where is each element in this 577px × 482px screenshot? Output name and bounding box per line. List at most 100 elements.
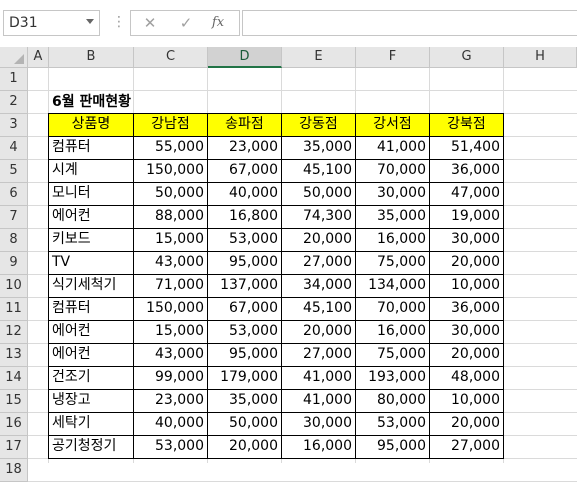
table-header-cell[interactable]: 송파점 — [207, 113, 282, 137]
product-name-cell[interactable]: 공기청정기 — [48, 435, 134, 459]
sales-value-cell[interactable]: 55,000 — [133, 136, 208, 160]
product-name-cell[interactable]: 모니터 — [48, 182, 134, 206]
formula-input[interactable] — [242, 10, 577, 36]
sales-value-cell[interactable]: 41,000 — [355, 136, 430, 160]
sales-value-cell[interactable]: 35,000 — [281, 136, 356, 160]
product-name-cell[interactable]: 건조기 — [48, 366, 134, 390]
product-name-cell[interactable]: 냉장고 — [48, 389, 134, 413]
sales-value-cell[interactable]: 27,000 — [281, 251, 356, 275]
sales-value-cell[interactable]: 51,400 — [429, 136, 504, 160]
row-header-15[interactable]: 15 — [0, 390, 28, 413]
sales-value-cell[interactable]: 40,000 — [133, 412, 208, 436]
product-name-cell[interactable]: 식기세척기 — [48, 274, 134, 298]
sales-value-cell[interactable]: 43,000 — [133, 343, 208, 367]
sales-value-cell[interactable]: 36,000 — [429, 159, 504, 183]
product-name-cell[interactable]: TV — [48, 251, 134, 275]
sales-value-cell[interactable]: 27,000 — [429, 435, 504, 459]
sales-value-cell[interactable]: 50,000 — [207, 412, 282, 436]
sales-value-cell[interactable]: 20,000 — [207, 435, 282, 459]
sales-value-cell[interactable]: 30,000 — [429, 228, 504, 252]
spreadsheet-grid[interactable]: 6월 판매현황 A B C D E F G H 1 2 3 4 5 6 7 8 9 10 11 12 13 14 15 16 1… — [0, 47, 577, 482]
sales-value-cell[interactable]: 53,000 — [207, 320, 282, 344]
table-header-cell[interactable]: 상품명 — [48, 113, 134, 137]
sales-value-cell[interactable]: 23,000 — [133, 389, 208, 413]
sales-value-cell[interactable]: 41,000 — [281, 389, 356, 413]
sales-value-cell[interactable]: 47,000 — [429, 182, 504, 206]
sales-value-cell[interactable]: 43,000 — [133, 251, 208, 275]
row-header-10[interactable]: 10 — [0, 275, 28, 298]
row-header-9[interactable]: 9 — [0, 252, 28, 275]
row-header-11[interactable]: 11 — [0, 298, 28, 321]
product-name-cell[interactable]: 세탁기 — [48, 412, 134, 436]
sales-value-cell[interactable]: 53,000 — [133, 435, 208, 459]
sales-value-cell[interactable]: 88,000 — [133, 205, 208, 229]
sales-value-cell[interactable]: 20,000 — [429, 412, 504, 436]
row-header-16[interactable]: 16 — [0, 413, 28, 436]
sales-value-cell[interactable]: 137,000 — [207, 274, 282, 298]
name-box[interactable]: D31 — [3, 10, 100, 36]
sales-value-cell[interactable]: 15,000 — [133, 228, 208, 252]
column-header-b[interactable]: B — [49, 47, 134, 68]
sales-value-cell[interactable]: 16,000 — [355, 320, 430, 344]
row-header-7[interactable]: 7 — [0, 206, 28, 229]
sales-value-cell[interactable]: 30,000 — [355, 182, 430, 206]
row-header-1[interactable]: 1 — [0, 68, 28, 91]
sales-value-cell[interactable]: 45,100 — [281, 297, 356, 321]
row-header-5[interactable]: 5 — [0, 160, 28, 183]
sales-value-cell[interactable]: 19,000 — [429, 205, 504, 229]
product-name-cell[interactable]: 에어컨 — [48, 343, 134, 367]
sales-value-cell[interactable]: 35,000 — [207, 389, 282, 413]
product-name-cell[interactable]: 컴퓨터 — [48, 297, 134, 321]
row-header-6[interactable]: 6 — [0, 183, 28, 206]
sales-value-cell[interactable]: 95,000 — [207, 251, 282, 275]
more-options-icon[interactable]: ⋮ — [112, 12, 126, 32]
row-header-2[interactable]: 2 — [0, 91, 28, 114]
column-header-a[interactable]: A — [28, 47, 49, 68]
chevron-down-icon[interactable] — [86, 19, 94, 24]
sales-value-cell[interactable]: 48,000 — [429, 366, 504, 390]
table-header-cell[interactable]: 강서점 — [355, 113, 430, 137]
sales-value-cell[interactable]: 20,000 — [429, 251, 504, 275]
product-name-cell[interactable]: 컴퓨터 — [48, 136, 134, 160]
sales-value-cell[interactable]: 71,000 — [133, 274, 208, 298]
sales-value-cell[interactable]: 75,000 — [355, 343, 430, 367]
sales-value-cell[interactable]: 36,000 — [429, 297, 504, 321]
table-header-cell[interactable]: 강남점 — [133, 113, 208, 137]
sales-value-cell[interactable]: 20,000 — [429, 343, 504, 367]
sales-value-cell[interactable]: 15,000 — [133, 320, 208, 344]
sales-value-cell[interactable]: 45,100 — [281, 159, 356, 183]
sales-value-cell[interactable]: 30,000 — [281, 412, 356, 436]
column-header-h[interactable]: H — [504, 47, 577, 68]
sales-value-cell[interactable]: 41,000 — [281, 366, 356, 390]
sales-value-cell[interactable]: 40,000 — [207, 182, 282, 206]
sales-value-cell[interactable]: 30,000 — [429, 320, 504, 344]
table-header-cell[interactable]: 강동점 — [281, 113, 356, 137]
product-name-cell[interactable]: 시계 — [48, 159, 134, 183]
cancel-icon[interactable]: ✕ — [139, 13, 161, 33]
sales-value-cell[interactable]: 179,000 — [207, 366, 282, 390]
row-header-4[interactable]: 4 — [0, 137, 28, 160]
row-header-14[interactable]: 14 — [0, 367, 28, 390]
sales-value-cell[interactable]: 16,000 — [355, 228, 430, 252]
sales-value-cell[interactable]: 150,000 — [133, 297, 208, 321]
column-header-d[interactable]: D — [208, 47, 282, 68]
product-name-cell[interactable]: 키보드 — [48, 228, 134, 252]
select-all-button[interactable] — [0, 47, 28, 68]
sales-value-cell[interactable]: 193,000 — [355, 366, 430, 390]
sales-value-cell[interactable]: 80,000 — [355, 389, 430, 413]
row-header-18[interactable]: 18 — [0, 459, 28, 482]
sales-value-cell[interactable]: 99,000 — [133, 366, 208, 390]
sales-value-cell[interactable]: 35,000 — [355, 205, 430, 229]
sales-value-cell[interactable]: 16,800 — [207, 205, 282, 229]
sales-value-cell[interactable]: 70,000 — [355, 159, 430, 183]
insert-function-icon[interactable]: fx — [207, 13, 229, 33]
sales-value-cell[interactable]: 20,000 — [281, 228, 356, 252]
sales-value-cell[interactable]: 20,000 — [281, 320, 356, 344]
row-header-12[interactable]: 12 — [0, 321, 28, 344]
column-header-f[interactable]: F — [356, 47, 430, 68]
sales-value-cell[interactable]: 23,000 — [207, 136, 282, 160]
row-header-8[interactable]: 8 — [0, 229, 28, 252]
sales-value-cell[interactable]: 75,000 — [355, 251, 430, 275]
sales-value-cell[interactable]: 74,300 — [281, 205, 356, 229]
product-name-cell[interactable]: 에어컨 — [48, 320, 134, 344]
